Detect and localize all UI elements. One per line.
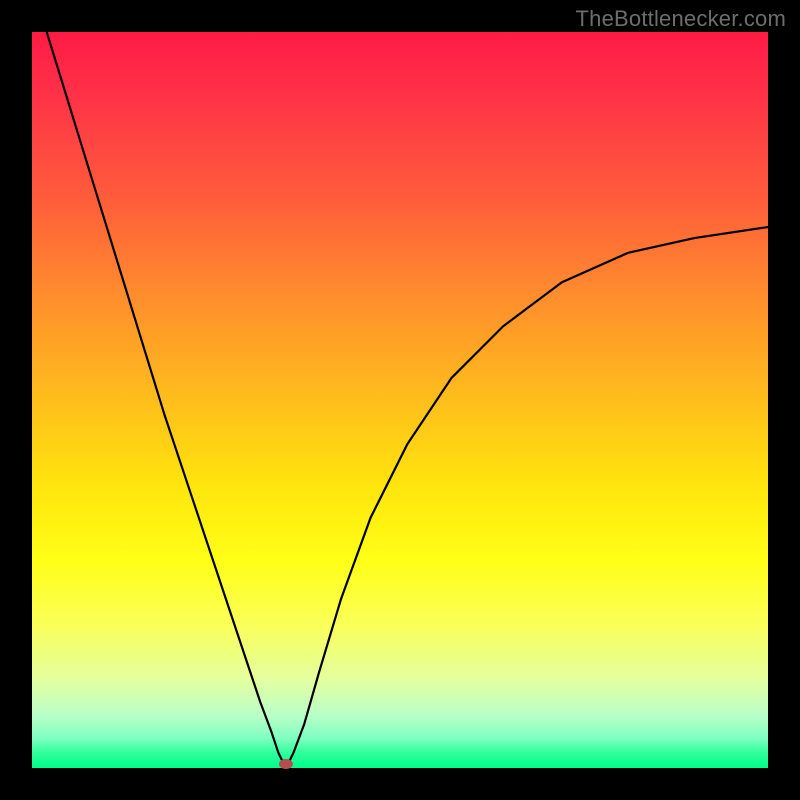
watermark-text: TheBottlenecker.com (576, 6, 786, 32)
minimum-marker (279, 759, 293, 769)
curve-svg (32, 32, 768, 768)
plot-area (32, 32, 768, 768)
chart-frame: TheBottlenecker.com (0, 0, 800, 800)
bottleneck-curve (47, 32, 768, 768)
